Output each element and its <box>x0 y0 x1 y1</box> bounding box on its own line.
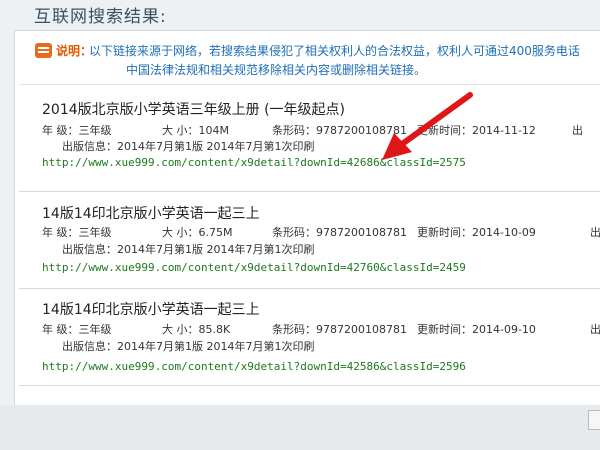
bottom-button[interactable] <box>588 410 600 430</box>
grade-field: 年 级：三年级 <box>42 124 112 137</box>
divider <box>19 84 600 85</box>
result-title[interactable]: 14版14印北京版小学英语一起三上 <box>42 203 260 223</box>
updated-field: 更新时间：2014-10-09 <box>417 226 536 239</box>
result-url[interactable]: http://www.xue999.com/content/x9detail?d… <box>42 261 466 274</box>
publisher-field: 出 <box>590 323 600 336</box>
pubinfo-field: 出版信息：2014年7月第1版 2014年7月第1次印刷 <box>62 140 315 153</box>
separator <box>19 288 600 289</box>
size-field: 大 小：85.8K <box>162 323 231 336</box>
publisher-field: 出 <box>590 226 600 239</box>
pubinfo-field: 出版信息：2014年7月第1版 2014年7月第1次印刷 <box>62 243 315 256</box>
notice-icon <box>35 43 52 58</box>
result-url[interactable]: http://www.xue999.com/content/x9detail?d… <box>42 360 466 373</box>
result-title[interactable]: 2014版北京版小学英语三年级上册 (一年级起点) <box>42 99 345 119</box>
size-field: 大 小：104M <box>162 124 229 137</box>
updated-field: 更新时间：2014-11-12 <box>417 124 536 137</box>
separator <box>19 385 600 386</box>
results-panel: 说明： 以下链接来源于网络，若搜索结果侵犯了相关权利人的合法权益，权利人可通过4… <box>14 30 600 406</box>
page-title: 互联网搜索结果: <box>34 7 167 27</box>
bottom-bar <box>0 405 600 450</box>
pubinfo-field: 出版信息：2014年7月第1版 2014年7月第1次印刷 <box>62 340 315 353</box>
barcode-field: 条形码：9787200108781 <box>272 323 407 336</box>
notice-label: 说明： <box>56 44 93 58</box>
barcode-field: 条形码：9787200108781 <box>272 124 407 137</box>
size-field: 大 小：6.75M <box>162 226 233 239</box>
grade-field: 年 级：三年级 <box>42 226 112 239</box>
notice-text-line2: 中国法律法规和相关规范移除相关内容或删除相关链接。 <box>126 63 427 77</box>
separator <box>19 191 600 192</box>
barcode-field: 条形码：9787200108781 <box>272 226 407 239</box>
grade-field: 年 级：三年级 <box>42 323 112 336</box>
publisher-field: 出 <box>572 124 583 137</box>
result-url[interactable]: http://www.xue999.com/content/x9detail?d… <box>42 156 466 169</box>
notice-text: 以下链接来源于网络，若搜索结果侵犯了相关权利人的合法权益，权利人可通过400服务… <box>89 44 580 58</box>
result-title[interactable]: 14版14印北京版小学英语一起三上 <box>42 299 260 319</box>
updated-field: 更新时间：2014-09-10 <box>417 323 536 336</box>
